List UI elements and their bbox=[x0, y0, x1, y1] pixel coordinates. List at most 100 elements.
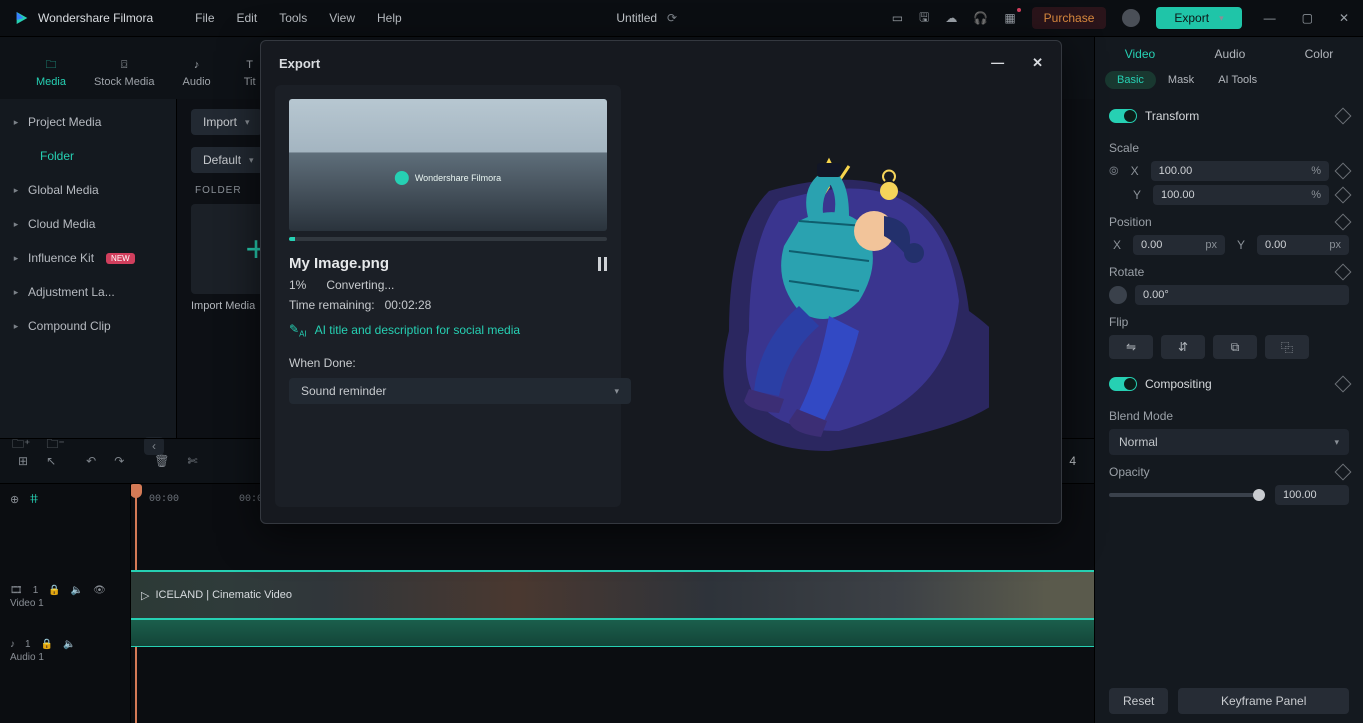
paste-button[interactable]: ⿻ bbox=[1265, 335, 1309, 359]
video-track-header[interactable]: 🎞1🔒🔈👁 Video 1 bbox=[0, 570, 130, 624]
rotate-dial-icon[interactable] bbox=[1109, 286, 1127, 304]
transform-header[interactable]: Transform bbox=[1109, 101, 1349, 131]
menu-file[interactable]: File bbox=[195, 11, 214, 25]
export-button[interactable]: Export ▾ bbox=[1156, 7, 1241, 29]
rsubtab-mask[interactable]: Mask bbox=[1156, 71, 1206, 89]
menu-help[interactable]: Help bbox=[377, 11, 402, 25]
audio-icon: ♪ bbox=[186, 56, 208, 74]
sort-dropdown[interactable]: Default▾ bbox=[191, 147, 266, 173]
add-track-button[interactable]: ⊕ bbox=[10, 493, 19, 506]
rsubtab-basic[interactable]: Basic bbox=[1105, 71, 1156, 89]
toggle-transform[interactable] bbox=[1109, 109, 1137, 123]
position-label: Position bbox=[1109, 215, 1349, 229]
keyframe-diamond-icon[interactable] bbox=[1335, 187, 1352, 204]
monitor-icon[interactable]: ▭ bbox=[892, 11, 903, 25]
toggle-compositing[interactable] bbox=[1109, 377, 1137, 391]
time-remaining-value: 00:02:28 bbox=[385, 298, 432, 312]
sidebar-item-influence-kit[interactable]: ▸Influence KitNEW bbox=[0, 241, 176, 275]
reset-button[interactable]: Reset bbox=[1109, 688, 1168, 714]
flip-vertical-button[interactable]: ⇵ bbox=[1161, 335, 1205, 359]
lock-icon[interactable]: 🔒 bbox=[41, 639, 53, 650]
modal-close-button[interactable]: ✕ bbox=[1032, 55, 1043, 71]
pencil-ai-icon: ✎AI bbox=[289, 322, 307, 338]
pause-export-button[interactable] bbox=[598, 257, 607, 271]
rsubtab-ai-tools[interactable]: AI Tools bbox=[1206, 71, 1269, 89]
rtab-color[interactable]: Color bbox=[1305, 47, 1334, 61]
keyframe-diamond-icon[interactable] bbox=[1335, 108, 1352, 125]
delete-button[interactable]: 🗑 bbox=[154, 454, 169, 468]
import-dropdown[interactable]: Import▾ bbox=[191, 109, 262, 135]
scale-x-input[interactable]: 100.00% bbox=[1151, 161, 1329, 181]
speaker-icon[interactable]: 🔈 bbox=[63, 639, 75, 650]
cloud-icon[interactable]: ☁ bbox=[945, 11, 957, 25]
chevron-right-icon: ▸ bbox=[12, 321, 20, 332]
cut-button[interactable]: ✄ bbox=[187, 454, 197, 468]
thumbnail-watermark: Wondershare Filmora bbox=[395, 171, 501, 185]
maximize-button[interactable]: ▢ bbox=[1302, 11, 1313, 25]
opacity-input[interactable]: 100.00 bbox=[1275, 485, 1349, 505]
sidebar-item-adjustment-layer[interactable]: ▸Adjustment La... bbox=[0, 275, 176, 309]
undo-button[interactable]: ↶ bbox=[86, 454, 96, 468]
tab-media[interactable]: 🗀 Media bbox=[36, 56, 66, 88]
pos-x-input[interactable]: 0.00px bbox=[1133, 235, 1225, 255]
cloud-sync-icon[interactable]: ⟳ bbox=[667, 11, 677, 25]
redo-button[interactable]: ↷ bbox=[114, 454, 124, 468]
audio-track-header[interactable]: ♪1🔒🔈 Audio 1 bbox=[0, 624, 130, 678]
avatar-icon[interactable] bbox=[1122, 9, 1140, 27]
tab-stock-media[interactable]: ⌼ Stock Media bbox=[94, 56, 155, 88]
sidebar-item-global-media[interactable]: ▸Global Media bbox=[0, 173, 176, 207]
video-clip[interactable]: ▷ ICELAND | Cinematic Video bbox=[131, 570, 1094, 620]
modal-minimize-button[interactable]: — bbox=[991, 55, 1004, 71]
keyframe-diamond-icon[interactable] bbox=[1335, 214, 1352, 231]
sidebar-item-compound-clip[interactable]: ▸Compound Clip bbox=[0, 309, 176, 343]
title-bar: Wondershare Filmora File Edit Tools View… bbox=[0, 0, 1363, 37]
scale-y-input[interactable]: 100.00% bbox=[1153, 185, 1329, 205]
top-menus: File Edit Tools View Help bbox=[195, 11, 402, 25]
cursor-icon[interactable]: ↖ bbox=[46, 454, 56, 468]
rtab-video[interactable]: Video bbox=[1125, 47, 1155, 61]
blend-label: Blend Mode bbox=[1109, 409, 1349, 423]
grid-icon[interactable]: ⊞ bbox=[18, 454, 28, 468]
lock-aspect-icon[interactable]: ⦾ bbox=[1109, 164, 1119, 179]
save-icon[interactable]: 🖫 bbox=[919, 8, 929, 29]
eye-icon[interactable]: 👁 bbox=[93, 585, 106, 596]
when-done-label: When Done: bbox=[289, 356, 607, 370]
copy-button[interactable]: ⧉ bbox=[1213, 335, 1257, 359]
speaker-icon[interactable]: 🔈 bbox=[71, 585, 83, 596]
flip-horizontal-button[interactable]: ⇋ bbox=[1109, 335, 1153, 359]
keyframe-diamond-icon[interactable] bbox=[1335, 376, 1352, 393]
close-button[interactable]: ✕ bbox=[1339, 11, 1349, 25]
sidebar-item-project-media[interactable]: ▸Project Media bbox=[0, 105, 176, 139]
chevron-right-icon: ▸ bbox=[12, 219, 20, 230]
sidebar-item-cloud-media[interactable]: ▸Cloud Media bbox=[0, 207, 176, 241]
timeline-end-time: 4 bbox=[1069, 454, 1076, 468]
ai-title-link[interactable]: ✎AI AI title and description for social … bbox=[289, 322, 607, 338]
lock-icon[interactable]: 🔒 bbox=[48, 585, 60, 596]
tab-audio[interactable]: ♪ Audio bbox=[183, 56, 211, 88]
camera-icon: ⌼ bbox=[113, 56, 135, 74]
rotate-input[interactable]: 0.00° bbox=[1135, 285, 1349, 305]
compositing-header[interactable]: Compositing bbox=[1109, 369, 1349, 399]
keyframe-diamond-icon[interactable] bbox=[1335, 163, 1352, 180]
apps-icon[interactable]: ▦ bbox=[1004, 11, 1015, 25]
link-tracks-icon[interactable]: 𐄹 bbox=[29, 492, 39, 507]
rtab-audio[interactable]: Audio bbox=[1215, 47, 1246, 61]
keyframe-panel-button[interactable]: Keyframe Panel bbox=[1178, 688, 1349, 714]
blend-mode-dropdown[interactable]: Normal▾ bbox=[1109, 429, 1349, 455]
audio-clip[interactable] bbox=[131, 620, 1094, 647]
keyframe-diamond-icon[interactable] bbox=[1335, 464, 1352, 481]
opacity-label: Opacity bbox=[1109, 465, 1349, 479]
tab-titles[interactable]: T Tit bbox=[239, 56, 261, 88]
opacity-slider[interactable] bbox=[1109, 493, 1265, 497]
purchase-button[interactable]: Purchase bbox=[1032, 7, 1107, 29]
keyframe-diamond-icon[interactable] bbox=[1335, 264, 1352, 281]
when-done-dropdown[interactable]: Sound reminder ▾ bbox=[289, 378, 631, 404]
pos-y-input[interactable]: 0.00px bbox=[1257, 235, 1349, 255]
menu-edit[interactable]: Edit bbox=[237, 11, 258, 25]
sidebar-item-folder[interactable]: Folder bbox=[0, 139, 176, 173]
video-icon: 🎞 bbox=[10, 585, 23, 596]
menu-view[interactable]: View bbox=[329, 11, 355, 25]
minimize-button[interactable]: — bbox=[1264, 11, 1276, 25]
menu-tools[interactable]: Tools bbox=[279, 11, 307, 25]
headphones-icon[interactable]: 🎧 bbox=[973, 11, 988, 25]
